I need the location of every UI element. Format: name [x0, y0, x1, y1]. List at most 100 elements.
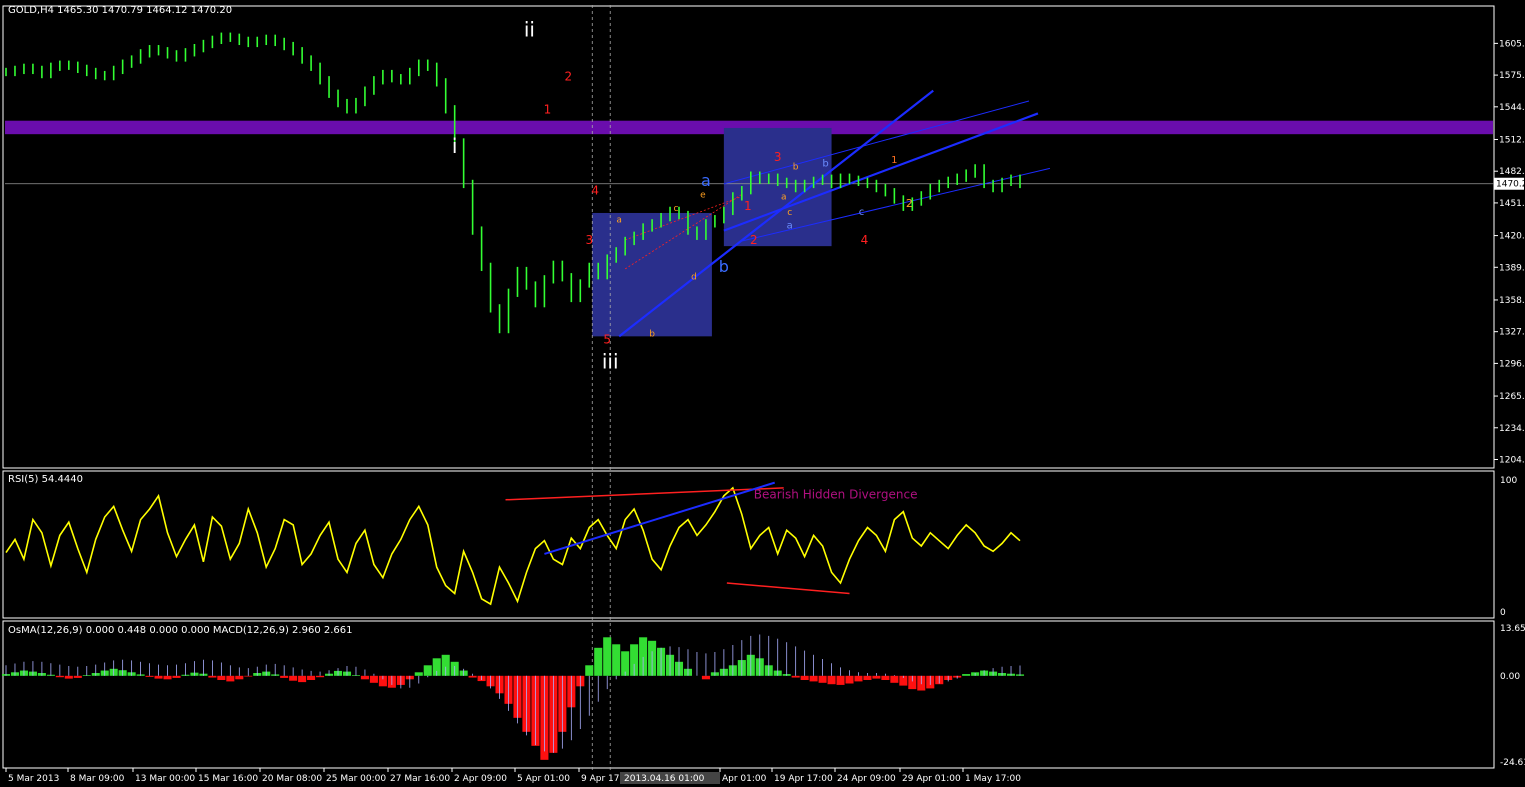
osma-bar	[594, 647, 603, 676]
macd-panel-title: OsMA(12,26,9) 0.000 0.448 0.000 0.000 MA…	[8, 625, 353, 636]
osma-bar	[791, 675, 800, 678]
osma-bar	[962, 674, 971, 676]
wave-label: iii	[602, 349, 619, 373]
osma-bar	[468, 675, 477, 678]
osma-bar	[235, 675, 244, 680]
wave-label: b	[649, 329, 655, 339]
time-axis-label: 8 Mar 09:00	[70, 774, 125, 784]
current-price-label: 1470.2	[1496, 180, 1525, 190]
panel-frame	[2, 620, 1495, 769]
cursor-time-label: 2013.04.16 01:00	[624, 774, 705, 784]
osma-bar	[244, 675, 253, 677]
time-axis-label: 5 Apr 01:00	[517, 774, 570, 784]
osma-bar	[217, 675, 226, 681]
osma-bar	[55, 675, 64, 678]
osma-bar	[172, 675, 181, 678]
osma-bar	[73, 675, 82, 678]
osma-bar	[836, 675, 845, 685]
osma-bar	[316, 675, 325, 678]
price-panel-title: GOLD,H4 1465.30 1470.79 1464.12 1470.20	[8, 5, 233, 16]
osma-bar	[414, 672, 423, 676]
macd-axis-label: -24.618	[1500, 758, 1525, 768]
osma-bar	[854, 675, 863, 682]
price-axis-label: 1234.8	[1499, 424, 1525, 434]
osma-bar	[612, 644, 621, 676]
osma-bar	[800, 675, 809, 681]
osma-bar	[307, 675, 316, 681]
wave-label: 3	[774, 150, 782, 164]
time-axis-label: 20 Mar 08:00	[262, 774, 322, 784]
wave-label: a	[781, 192, 787, 202]
wave-box-2	[723, 127, 832, 247]
osma-bar	[298, 675, 307, 683]
wave-label: a	[787, 221, 793, 232]
wave-label: b	[793, 162, 799, 172]
price-axis-label: 1204.2	[1499, 455, 1525, 465]
price-axis-label: 1482.3	[1499, 167, 1525, 177]
osma-bar	[845, 675, 854, 684]
wave-label: 2	[565, 69, 573, 83]
osma-bar	[360, 675, 369, 680]
osma-bar	[208, 675, 217, 678]
time-axis-label: 29 Apr 01:00	[902, 774, 961, 784]
price-axis-label: 1358.1	[1499, 296, 1525, 306]
osma-bar	[881, 675, 890, 681]
price-axis-label: 1605.6	[1499, 39, 1525, 49]
rsi-axis-label: 0	[1500, 608, 1506, 618]
price-axis-label: 1265.4	[1499, 392, 1525, 402]
osma-bar	[818, 675, 827, 683]
wave-label: c	[859, 207, 865, 218]
wave-label: b	[719, 257, 729, 276]
osma-bar	[289, 675, 298, 681]
price-axis-label: 1451.7	[1499, 199, 1525, 209]
time-axis-label: 1 May 17:00	[965, 774, 1021, 784]
wave-label: 1	[744, 199, 752, 213]
time-axis-label: 27 Mar 16:00	[390, 774, 450, 784]
wave-label: 2	[906, 197, 913, 210]
osma-bar	[163, 675, 172, 680]
wave-label: d	[691, 272, 697, 282]
osma-bar	[585, 665, 594, 676]
osma-bar	[890, 675, 899, 683]
chart-svg: 1605.61575.01544.41512.91482.31451.71420…	[1, 5, 1525, 784]
time-axis-label: 25 Mar 00:00	[326, 774, 386, 784]
wave-label: 1	[544, 102, 552, 116]
wave-label: a	[701, 171, 711, 190]
osma-bar	[872, 675, 881, 679]
price-axis-label: 1575.0	[1499, 71, 1525, 81]
osma-bar	[603, 637, 612, 676]
osma-bar	[809, 675, 818, 682]
price-axis-label: 1389.6	[1499, 263, 1525, 273]
time-axis-label: 15 Mar 16:00	[198, 774, 258, 784]
time-axis-label: 5 Mar 2013	[8, 774, 59, 784]
osma-bar	[423, 665, 432, 676]
osma-bar	[369, 675, 378, 683]
price-axis-label: 1420.2	[1499, 232, 1525, 242]
osma-bar	[280, 675, 289, 678]
divergence-line	[505, 487, 784, 501]
wave-label: b	[822, 158, 828, 169]
time-axis-label: 13 Mar 00:00	[135, 774, 195, 784]
divergence-line	[726, 582, 850, 595]
wave-label: e	[700, 190, 706, 200]
wave-label: ii	[524, 18, 535, 42]
osma-bar	[226, 675, 235, 682]
price-axis-label: 1544.4	[1499, 103, 1525, 113]
osma-bar	[701, 675, 710, 680]
wave-label: 5	[603, 333, 611, 347]
osma-bar	[64, 675, 73, 679]
price-axis-label: 1296.9	[1499, 359, 1525, 369]
time-axis-label: 19 Apr 17:00	[774, 774, 833, 784]
wave-label: i	[452, 134, 458, 158]
rsi-panel-title: RSI(5) 54.4440	[8, 474, 83, 485]
wave-label: 3	[585, 233, 593, 247]
rsi-axis-label: 100	[1500, 476, 1517, 486]
time-axis-label: 24 Apr 09:00	[837, 774, 896, 784]
osma-bar	[154, 675, 163, 679]
macd-axis-label: 13.655	[1500, 624, 1525, 634]
wave-label: 2	[750, 233, 758, 247]
wave-label: c	[787, 208, 792, 218]
osma-bar	[863, 675, 872, 681]
time-axis-label: 2 Apr 09:00	[454, 774, 507, 784]
wave-label: 4	[591, 183, 599, 197]
